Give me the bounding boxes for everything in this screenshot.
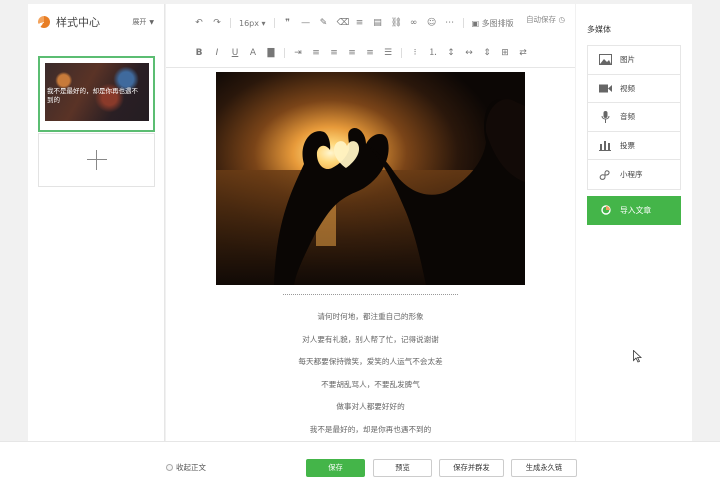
multi-layout-label: 多图排版	[481, 18, 514, 28]
media-panel: 多媒体 图片 视频 音频 投票 小程序 导入文章	[576, 4, 692, 441]
clock-icon: ◷	[558, 15, 565, 24]
media-item-audio[interactable]: 音频	[588, 103, 680, 132]
caret-down-icon: ▼	[149, 18, 154, 26]
audio-icon	[598, 110, 612, 123]
import-logo-icon	[601, 204, 611, 217]
more-icon[interactable]: ⋯	[445, 18, 455, 28]
line-height-icon[interactable]: ☰	[383, 48, 393, 58]
media-item-label: 音频	[620, 112, 635, 122]
redo-icon[interactable]: ↷	[212, 18, 222, 28]
media-item-label: 投票	[620, 141, 635, 151]
bottom-action-bar: 收起正文 保存 预览 保存并群发 生成永久链	[0, 441, 720, 487]
align-justify-icon[interactable]: ≡	[365, 48, 375, 58]
collapse-body-toggle[interactable]: 收起正文	[166, 462, 206, 473]
save-button[interactable]: 保存	[306, 459, 365, 477]
toolbar-divider	[284, 47, 285, 58]
letter-spacing-icon[interactable]: ↔	[464, 48, 474, 58]
article-line: 每天都要保持微笑，爱笑的人运气不会太差	[298, 357, 443, 366]
vote-icon	[598, 140, 612, 152]
expand-button[interactable]: 展开 ▼	[132, 17, 154, 27]
align-right-icon[interactable]: ≡	[347, 48, 357, 58]
media-item-vote[interactable]: 投票	[588, 132, 680, 161]
link-icon[interactable]: ⛓	[391, 18, 402, 28]
font-color-icon[interactable]: A	[248, 48, 258, 58]
paragraph-icon[interactable]: ≡	[355, 18, 365, 28]
article-body[interactable]: 请何时何地，都注重自己的形象 对人要有礼貌，别人帮了忙，记得说谢谢 每天都要保持…	[216, 294, 525, 441]
editor-area: ↶ ↷ 16px ▾ ❞ — ✎ ⌫ ≡ ▤ ⛓ ∞ ☺ ⋯ ▣ 多图排版 自动…	[166, 4, 575, 441]
template-icon[interactable]: ▤	[373, 18, 383, 28]
font-size-select[interactable]: 16px ▾	[239, 19, 266, 28]
import-article-label: 导入文章	[620, 206, 652, 215]
add-article-button[interactable]	[38, 133, 155, 187]
article-card-title: 我不是最好的，却是你再也遇不到的	[47, 87, 138, 104]
italic-icon[interactable]: I	[212, 48, 222, 58]
article-line: 对人要有礼貌，别人帮了忙，记得说谢谢	[302, 334, 439, 344]
article-line: 请何时何地，都注重自己的形象	[317, 312, 424, 321]
article-card[interactable]: 我不是最好的，却是你再也遇不到的	[38, 56, 155, 132]
undo-icon[interactable]: ↶	[194, 18, 204, 28]
dotted-divider	[283, 294, 458, 295]
toolbar-divider	[273, 18, 275, 28]
article-line: 不要胡乱骂人，不要乱发脾气	[321, 379, 420, 389]
logo-icon	[38, 16, 50, 28]
preview-button[interactable]: 预览	[373, 459, 432, 477]
autosave-label: 自动保存	[526, 15, 557, 24]
media-item-video[interactable]: 视频	[588, 75, 680, 104]
clear-format-icon[interactable]: ⌫	[337, 18, 350, 28]
mouse-cursor-icon	[633, 348, 643, 367]
toolbar-row-2: B I U A ▇ ⇥ ≡ ≡ ≡ ≡ ☰ ⁝ ⒈ ↕ ↔ ⇕ ⊞ ⇄	[166, 38, 575, 68]
toolbar-divider	[401, 47, 402, 58]
image-icon	[598, 54, 612, 66]
article-photo[interactable]	[216, 72, 525, 285]
permanent-link-button[interactable]: 生成永久链	[511, 459, 577, 477]
style-center-header: 样式中心 展开 ▼	[28, 4, 164, 40]
bold-icon[interactable]: B	[194, 48, 204, 58]
collapse-body-label: 收起正文	[176, 463, 206, 472]
align-left-icon[interactable]: ≡	[311, 48, 321, 58]
style-center-sidebar: 样式中心 展开 ▼ 我不是最好的，却是你再也遇不到的	[28, 4, 165, 441]
radio-icon	[166, 464, 173, 471]
align-center-icon[interactable]: ≡	[329, 48, 339, 58]
quote-icon[interactable]: ❞	[283, 18, 293, 28]
media-item-mini-program[interactable]: 小程序	[588, 160, 680, 189]
sunset-heart-hands-image	[216, 72, 525, 285]
indent-icon[interactable]: ⇥	[293, 48, 303, 58]
font-size-value: 16px	[239, 18, 259, 28]
media-list: 图片 视频 音频 投票 小程序	[587, 45, 681, 190]
style-center-title: 样式中心	[56, 16, 100, 29]
plus-icon	[86, 150, 107, 170]
multi-layout-button[interactable]: ▣ 多图排版	[472, 18, 514, 29]
video-icon	[598, 82, 612, 94]
autosave-status[interactable]: 自动保存 ◷	[526, 14, 565, 25]
background-color-icon[interactable]: ▇	[266, 48, 276, 58]
toolbar-row-1: ↶ ↷ 16px ▾ ❞ — ✎ ⌫ ≡ ▤ ⛓ ∞ ☺ ⋯ ▣ 多图排版	[166, 8, 575, 38]
paragraph-spacing-icon[interactable]: ⇕	[482, 48, 492, 58]
text-direction-icon[interactable]: ⇄	[518, 48, 528, 58]
media-item-label: 小程序	[620, 170, 643, 180]
import-article-button[interactable]: 导入文章	[587, 196, 681, 225]
spacing-icon[interactable]: ↕	[446, 48, 456, 58]
article-line: 做事对人都要好好的	[336, 402, 405, 411]
list-ordered-icon[interactable]: ⒈	[428, 48, 438, 58]
mini-program-icon	[598, 169, 612, 181]
list-unordered-icon[interactable]: ⁝	[410, 48, 420, 58]
media-item-label: 图片	[620, 55, 635, 65]
media-item-image[interactable]: 图片	[588, 46, 680, 75]
unlink-icon[interactable]: ∞	[409, 18, 419, 28]
article-line: 我不是最好的，却是你再也遇不到的	[309, 424, 432, 434]
fullwidth-icon[interactable]: ⊞	[500, 48, 510, 58]
save-and-send-button[interactable]: 保存并群发	[439, 459, 504, 477]
horizontal-rule-icon[interactable]: —	[301, 18, 311, 28]
media-panel-title: 多媒体	[587, 25, 611, 34]
toolbar-divider	[462, 18, 464, 28]
media-item-label: 视频	[620, 83, 635, 93]
underline-icon[interactable]: U	[230, 48, 240, 58]
toolbar-divider	[230, 18, 231, 28]
expand-label: 展开	[132, 18, 147, 26]
format-brush-icon[interactable]: ✎	[319, 18, 329, 28]
emoji-icon[interactable]: ☺	[427, 18, 437, 28]
